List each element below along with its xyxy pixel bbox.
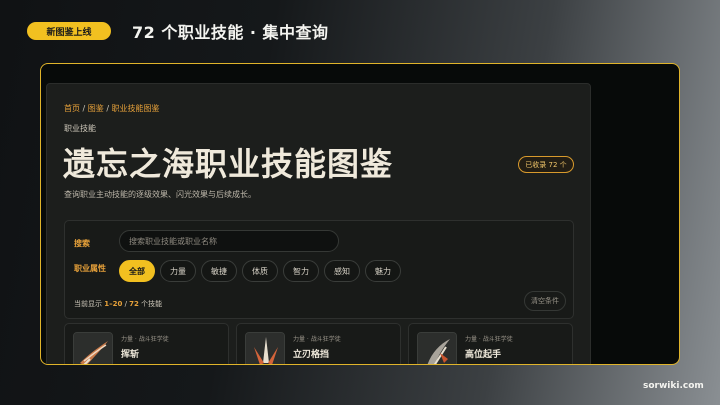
- filter-panel: 搜索 职业属性 全部 力量 敏捷 体质 智力 感知 魅力 当前显示 1–20 /…: [64, 220, 574, 319]
- page-subtitle: 查询职业主动技能的逐级效果、闪光效果与后续成长。: [64, 190, 256, 199]
- skill-card-name: 立刃格挡: [293, 350, 330, 360]
- skill-codex-panel: 首页 / 图鉴 / 职业技能图鉴 职业技能 遗忘之海职业技能图鉴 已收录 72 …: [46, 83, 591, 364]
- screenshot-frame: 首页 / 图鉴 / 职业技能图鉴 职业技能 遗忘之海职业技能图鉴 已收录 72 …: [40, 63, 680, 365]
- attribute-chip-constitution[interactable]: 体质: [242, 260, 278, 282]
- skill-card-meta: 力量 · 战斗狂学徒: [293, 336, 341, 343]
- result-prefix: 当前显示: [74, 300, 105, 308]
- result-range: 1–20: [104, 300, 123, 308]
- high-stance-skill-icon: [417, 332, 457, 364]
- clear-filters-button[interactable]: 清空条件: [524, 291, 566, 311]
- blade-guard-skill-icon: [245, 332, 285, 364]
- search-label: 搜索: [74, 239, 90, 248]
- site-watermark: sorwiki.com: [643, 381, 704, 391]
- attribute-chip-group: 全部 力量 敏捷 体质 智力 感知 魅力: [119, 260, 401, 282]
- breadcrumb-separator: /: [80, 104, 88, 113]
- slash-skill-icon: [73, 332, 113, 364]
- collected-count-badge: 已收录 72 个: [518, 156, 574, 173]
- page-eyebrow: 职业技能: [64, 124, 96, 133]
- skill-card[interactable]: 力量 · 战斗狂学徒 高位起手: [408, 323, 573, 364]
- attribute-chip-all[interactable]: 全部: [119, 260, 155, 282]
- attribute-chip-intelligence[interactable]: 智力: [283, 260, 319, 282]
- attribute-chip-strength[interactable]: 力量: [160, 260, 196, 282]
- attribute-chip-agility[interactable]: 敏捷: [201, 260, 237, 282]
- skill-card[interactable]: 力量 · 战斗狂学徒 立刃格挡: [236, 323, 401, 364]
- promo-headline: 72 个职业技能 · 集中查询: [132, 23, 329, 42]
- breadcrumb-current: 职业技能图鉴: [111, 104, 160, 113]
- skill-card-meta: 力量 · 战斗狂学徒: [121, 336, 169, 343]
- breadcrumb-codex-link[interactable]: 图鉴: [88, 104, 104, 113]
- page-title: 遗忘之海职业技能图鉴: [63, 145, 394, 183]
- result-count: 当前显示 1–20 / 72 个技能: [74, 299, 162, 309]
- skill-card[interactable]: 力量 · 战斗狂学徒 挥斩: [64, 323, 229, 364]
- skill-card-meta: 力量 · 战斗狂学徒: [465, 336, 513, 343]
- result-suffix: 个技能: [138, 300, 163, 308]
- attribute-chip-charisma[interactable]: 魅力: [365, 260, 401, 282]
- search-input[interactable]: [119, 230, 339, 252]
- new-release-badge: 新图鉴上线: [27, 22, 111, 40]
- result-total: 72: [129, 300, 139, 308]
- attribute-filter-label: 职业属性: [74, 264, 106, 273]
- skill-card-name: 挥斩: [121, 350, 140, 360]
- breadcrumb-separator: /: [103, 104, 112, 113]
- breadcrumb: 首页 / 图鉴 / 职业技能图鉴: [64, 103, 160, 114]
- breadcrumb-home-link[interactable]: 首页: [64, 104, 80, 113]
- skill-card-name: 高位起手: [465, 350, 502, 360]
- attribute-chip-perception[interactable]: 感知: [324, 260, 360, 282]
